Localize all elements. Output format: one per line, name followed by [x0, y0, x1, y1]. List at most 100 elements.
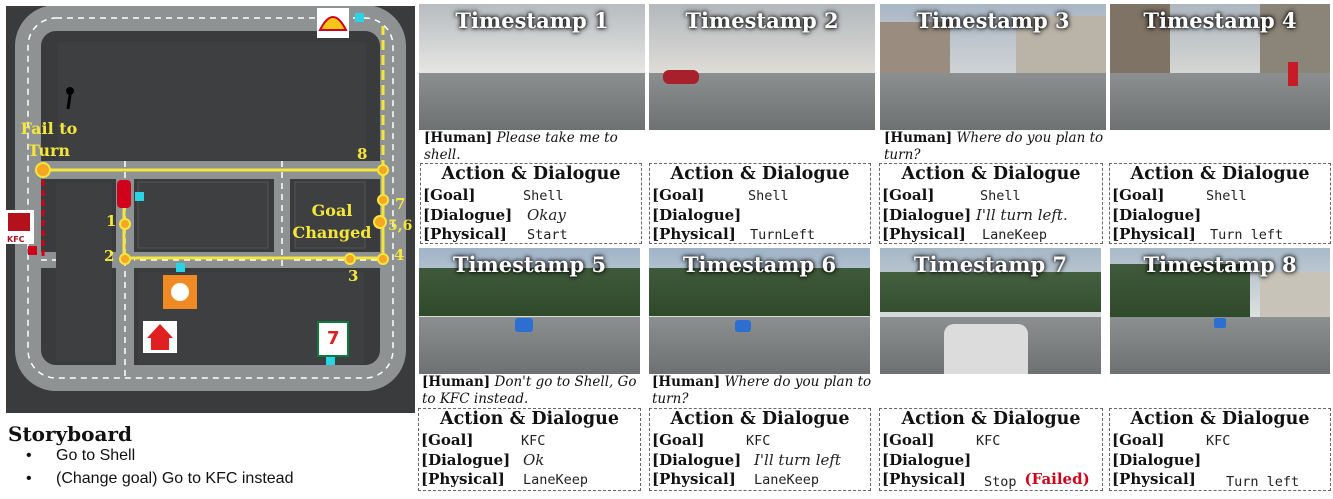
waypoint-3-dot [344, 253, 356, 265]
block-north [58, 42, 366, 160]
goal-key: [Goal] [652, 431, 705, 449]
waypoint-8-label: 8 [357, 145, 368, 163]
waypoint-1-label: 1 [106, 212, 117, 230]
goal-value: KFC [976, 433, 1001, 449]
dialogue-key: [Dialogue] [1112, 205, 1202, 224]
waypoint-2-label: 2 [104, 247, 115, 265]
waypoint-7-label: 7 [395, 195, 406, 213]
box-title: Action & Dialogue [670, 409, 850, 429]
kfc-marker [28, 246, 37, 255]
dialogue-key: [Dialogue] [882, 450, 972, 469]
waypoint-8-dot [377, 164, 389, 176]
dialogue-key: [Dialogue] [1112, 450, 1202, 469]
action-dialogue-box-3: Action & Dialogue [Goal] Shell [Dialogue]… [879, 163, 1103, 244]
human-tag: [Human] [424, 130, 493, 146]
action-dialogue-box-6: Action & Dialogue [Goal] KFC [Dialogue] I'… [649, 408, 871, 491]
goal-changed-label: Goal Changed [290, 200, 374, 244]
physical-key: [Physical] [882, 225, 966, 243]
goal-value: Shell [980, 188, 1021, 204]
physical-value: TurnLeft [750, 227, 816, 243]
human-utterance-1: [Human] Please take me to shell. [424, 130, 642, 164]
physical-value: LaneKeep [754, 472, 820, 488]
waypoint-4-label: 4 [394, 246, 405, 264]
blue-car [735, 320, 751, 332]
box-title: Action & Dialogue [1130, 164, 1310, 184]
storyboard-list: Go to Shell (Change goal) Go to KFC inst… [26, 447, 293, 493]
goal-value: KFC [746, 433, 771, 449]
goal-label-line-1: Goal [311, 201, 353, 220]
box-title: Action & Dialogue [901, 164, 1081, 184]
goal-key: [Goal] [1112, 186, 1165, 204]
dialogue-key: [Dialogue] [423, 205, 513, 224]
waypoint-5-6-dot [373, 215, 387, 229]
dialogue-value: I'll turn left. [976, 205, 1068, 224]
building-right [1260, 272, 1330, 322]
physical-value: Start [527, 227, 568, 243]
timestamp-6-panel: Timestamp 6 [649, 248, 870, 374]
waypoint-4-dot [377, 253, 389, 265]
dialogue-key: [Dialogue] [652, 205, 742, 224]
marker-4 [326, 356, 335, 365]
waypoint-2-dot [119, 253, 131, 265]
box-title: Action & Dialogue [901, 409, 1081, 429]
red-car [663, 70, 699, 84]
action-dialogue-box-1: Action & Dialogue [Goal] Shell [Dialogue]… [420, 163, 642, 244]
waypoint-5-6-label: 5,6 [388, 218, 413, 234]
goal-value: KFC [1206, 433, 1231, 449]
timestamp-4-label: Timestamp 4 [1143, 8, 1297, 33]
physical-value-group: Stop (Failed) [984, 470, 1090, 490]
storyboard-title: Storyboard [8, 422, 132, 446]
failed-label: (Failed) [1024, 470, 1090, 488]
action-dialogue-box-8: Action & Dialogue [Goal] KFC [Dialogue] [… [1109, 408, 1331, 491]
action-dialogue-box-2: Action & Dialogue [Goal] Shell [Dialogue]… [649, 163, 871, 244]
timestamp-5-label: Timestamp 5 [452, 252, 607, 277]
fail-to-turn-label: Fail to Turn [18, 118, 80, 162]
pedestrian-body [66, 94, 72, 110]
goal-label-line-2: Changed [292, 223, 372, 242]
vending-machine [1288, 62, 1298, 86]
human-utterance-5: [Human] Don't go to Shell, Go to KFC ins… [422, 374, 640, 408]
physical-key: [Physical] [421, 470, 505, 488]
marker-2 [176, 263, 185, 272]
goal-value: Shell [523, 188, 564, 204]
block-center [137, 181, 269, 249]
box-title: Action & Dialogue [670, 164, 850, 184]
dialogue-value: Ok [523, 450, 545, 469]
physical-key: [Physical] [423, 225, 507, 243]
goal-key: [Goal] [423, 186, 476, 204]
storyboard-item: Go to Shell [26, 447, 293, 470]
waypoint-3-label: 3 [348, 267, 359, 285]
timestamp-5-panel: Timestamp 5 [419, 248, 640, 374]
timestamp-7-panel: Timestamp 7 [880, 248, 1101, 374]
physical-value: Turn left [1210, 227, 1284, 243]
dialogue-value: Okay [527, 205, 566, 224]
goal-key: [Goal] [882, 431, 935, 449]
physical-value: Stop [984, 474, 1017, 490]
timestamp-1-label: Timestamp 1 [455, 8, 609, 33]
timestamp-3-label: Timestamp 3 [916, 8, 1070, 33]
route-map: 7 Fail to Turn Goal Changed 1 2 3 4 5,6 … [6, 6, 415, 413]
timestamp-1-panel: Timestamp 1 [419, 4, 645, 130]
timestamp-4-panel: Timestamp 4 [1110, 4, 1330, 130]
human-tag: [Human] [422, 374, 491, 390]
goal-key: [Goal] [882, 186, 935, 204]
physical-key: [Physical] [882, 470, 966, 488]
kfc-logo-text: KFC [7, 235, 25, 244]
human-utterance-3: [Human] Where do you plan to turn? [884, 130, 1104, 164]
didi-icon [171, 283, 189, 301]
goal-key: [Goal] [1112, 431, 1165, 449]
timestamp-6-label: Timestamp 6 [682, 252, 837, 277]
physical-key: [Physical] [1112, 470, 1196, 488]
goal-value: Shell [1206, 188, 1247, 204]
timestamp-3-panel: Timestamp 3 [880, 4, 1106, 130]
timestamp-7-label: Timestamp 7 [913, 252, 1068, 277]
storyboard-item: (Change goal) Go to KFC instead [26, 470, 293, 493]
box-title: Action & Dialogue [1130, 409, 1310, 429]
physical-key: [Physical] [652, 225, 736, 243]
goal-key: [Goal] [421, 431, 474, 449]
action-dialogue-box-5: Action & Dialogue [Goal] KFC [Dialogue] Ok… [418, 408, 641, 491]
blue-car [515, 318, 533, 332]
dialogue-value: I'll turn left [754, 450, 841, 469]
ego-car [117, 180, 131, 208]
box-title: Action & Dialogue [441, 164, 621, 184]
